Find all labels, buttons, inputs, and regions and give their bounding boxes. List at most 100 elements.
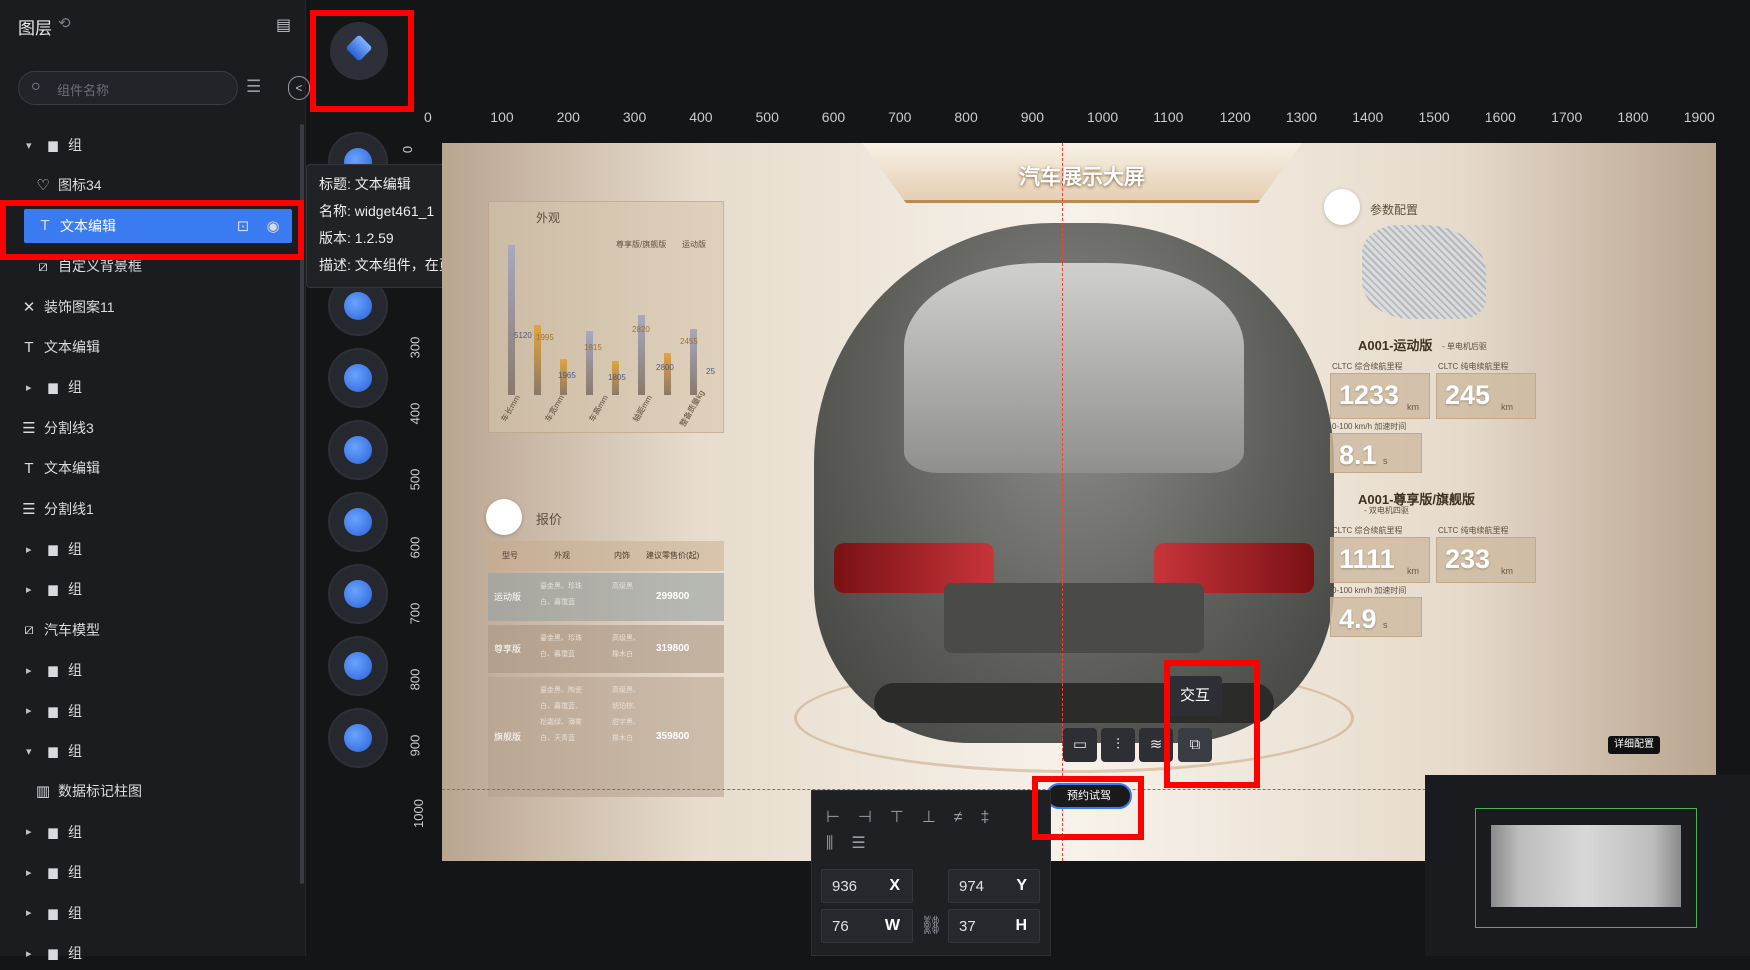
v1-accel-value: 8.1	[1339, 440, 1377, 470]
scrollbar[interactable]	[300, 124, 304, 884]
layer-item[interactable]: ▸ ▆ 组	[0, 572, 300, 606]
ruler-tick-label: 600	[407, 536, 423, 559]
expand-caret-icon[interactable]: ▸	[26, 947, 32, 960]
expand-caret-icon[interactable]: ▸	[26, 543, 32, 556]
align-right-icon[interactable]: ⊣	[858, 809, 890, 826]
layer-item[interactable]: ▸ ▆ 组	[0, 532, 300, 566]
chart-value-label: 1995	[536, 333, 554, 342]
align-left-icon[interactable]: ⊢	[826, 809, 858, 826]
expand-caret-icon[interactable]: ▸	[26, 664, 32, 677]
layer-item[interactable]: ⧄ 汽车模型	[0, 613, 300, 647]
layer-item[interactable]: ▸ ▆ 组	[0, 855, 300, 889]
settings-tool-button[interactable]	[330, 422, 386, 478]
distribute-v-icon[interactable]: ☰	[851, 835, 883, 852]
minimap[interactable]	[1425, 775, 1750, 956]
chart-bar	[508, 245, 515, 395]
list-view-icon[interactable]: ☰	[246, 77, 261, 97]
ruler-tick-label: 1700	[1551, 109, 1583, 125]
layer-item[interactable]: ▸ ▆ 组	[0, 653, 300, 687]
text-tool-button[interactable]	[330, 350, 386, 406]
layer-item[interactable]: ⧄ 自定义背景框	[0, 249, 300, 283]
align-bottom-icon[interactable]: ⊥	[922, 809, 954, 826]
ruler-tick-label: 700	[407, 602, 423, 625]
layer-item[interactable]: ▾ ▆ 组	[0, 734, 300, 768]
align-top-icon[interactable]: ⊤	[890, 809, 922, 826]
layer-item[interactable]: T 文本编辑 ⊡ ◉	[24, 208, 292, 243]
document-icon[interactable]: ▤	[276, 15, 291, 35]
v1-pure-label: CLTC 纯电续航里程	[1438, 362, 1509, 371]
align-center-icon[interactable]: ‡	[981, 809, 1008, 826]
layer-item-label: 数据标记柱图	[58, 783, 142, 800]
layer-item[interactable]: ▸ ▆ 组	[0, 936, 300, 970]
layer-item[interactable]: ▥ 数据标记柱图	[0, 774, 300, 808]
v1-accel-box: 8.1 s	[1330, 433, 1422, 473]
ruler-tick-label: 900	[407, 734, 423, 757]
media-tool-button[interactable]	[330, 494, 386, 550]
layer-item[interactable]: ▸ ▆ 组	[0, 370, 300, 404]
expand-caret-icon[interactable]: ▸	[26, 866, 32, 879]
chart-value-label: 1815	[584, 343, 602, 352]
link-icon[interactable]: ⟲	[58, 14, 71, 32]
image-action-button[interactable]: ▭	[1063, 728, 1097, 762]
legend-premium: 尊享版/旗舰版	[616, 240, 667, 249]
expand-caret-icon[interactable]: ▸	[26, 704, 32, 717]
interaction-action-button[interactable]: ⧉	[1178, 728, 1212, 762]
h-field[interactable]: 37 H	[948, 909, 1040, 943]
ruler-tick-label: 500	[407, 468, 423, 491]
ruler-tick-label: 1200	[1219, 109, 1251, 125]
config-icon	[1324, 189, 1360, 225]
collapse-panel-button[interactable]: <	[288, 76, 310, 100]
custom-tool-button[interactable]	[330, 710, 386, 766]
layers-toggle-button[interactable]	[330, 22, 388, 80]
chart-value-label: 2820	[632, 325, 650, 334]
layer-item[interactable]: ♡ 图标34	[0, 168, 300, 202]
expand-caret-icon[interactable]: ▾	[26, 139, 32, 152]
folder-icon: ▆	[48, 663, 58, 678]
vertical-ruler: 0 300 400 500 600 700 800 900 1000	[400, 130, 428, 956]
w-field[interactable]: 76 W	[821, 909, 913, 943]
style-action-button[interactable]: ⫶	[1101, 728, 1135, 762]
search-input[interactable]: ○ 组件名称	[18, 71, 238, 105]
interaction-tool-button[interactable]	[330, 638, 386, 694]
y-field[interactable]: 974 Y	[948, 869, 1040, 903]
chart-value-label: 5120	[514, 331, 532, 340]
folder-icon: ▆	[48, 824, 58, 839]
layer-item[interactable]: ▸ ▆ 组	[0, 815, 300, 849]
layer-item[interactable]: ▸ ▆ 组	[0, 694, 300, 728]
x-key: X	[889, 877, 900, 894]
layer-item-label: 分割线3	[44, 419, 94, 436]
align-middle-icon[interactable]: ≠	[954, 809, 981, 826]
test-drive-button[interactable]: 预约试驾	[1046, 783, 1132, 809]
expand-caret-icon[interactable]: ▸	[26, 381, 32, 394]
layer-item[interactable]: ☰ 分割线3	[0, 411, 300, 445]
folder-icon: ▆	[48, 744, 58, 758]
eye-icon[interactable]: ◉	[264, 217, 282, 235]
layer-item-label: 组	[68, 541, 82, 557]
link-ratio-icon[interactable]: ⛓	[920, 915, 943, 936]
heart-icon: ♡	[36, 177, 50, 195]
layer-item[interactable]: T 文本编辑	[0, 451, 300, 485]
table-row: 旗舰版 鎏金黑、陶瓷 白、暮霭蓝、 松霜绿、薄雾 白、天青蓝 高级黑、 琥珀棕、 甜…	[488, 677, 724, 797]
unlock-icon[interactable]: ⊡	[234, 217, 252, 235]
more-tool-button[interactable]	[330, 566, 386, 622]
layer-item-label: 文本编辑	[44, 339, 100, 355]
layer-item[interactable]: ▸ ▆ 组	[0, 896, 300, 930]
expand-caret-icon[interactable]: ▸	[26, 583, 32, 596]
detail-config-button[interactable]: 详细配置	[1608, 736, 1660, 754]
search-icon: ○	[31, 78, 41, 95]
expand-caret-icon[interactable]: ▾	[26, 745, 32, 758]
config-label: 参数配置	[1370, 203, 1419, 217]
ruler-tick-label: 200	[556, 109, 580, 125]
layer-item[interactable]: ▾ ▆ 组	[0, 128, 300, 162]
table-cell: 高级黑	[612, 583, 633, 590]
layer-item[interactable]: ✕ 装饰图案11	[0, 290, 300, 324]
layer-item-label: 组	[68, 743, 82, 759]
expand-caret-icon[interactable]: ▸	[26, 825, 32, 838]
layer-item[interactable]: T 文本编辑	[0, 330, 300, 364]
data-action-button[interactable]: ≋	[1139, 728, 1173, 762]
expand-caret-icon[interactable]: ▸	[26, 906, 32, 919]
layer-item[interactable]: ☰ 分割线1	[0, 492, 300, 526]
bar-chart-icon: ▥	[35, 783, 51, 801]
x-field[interactable]: 936 X	[821, 869, 913, 903]
distribute-h-icon[interactable]: ⫼	[826, 835, 851, 852]
